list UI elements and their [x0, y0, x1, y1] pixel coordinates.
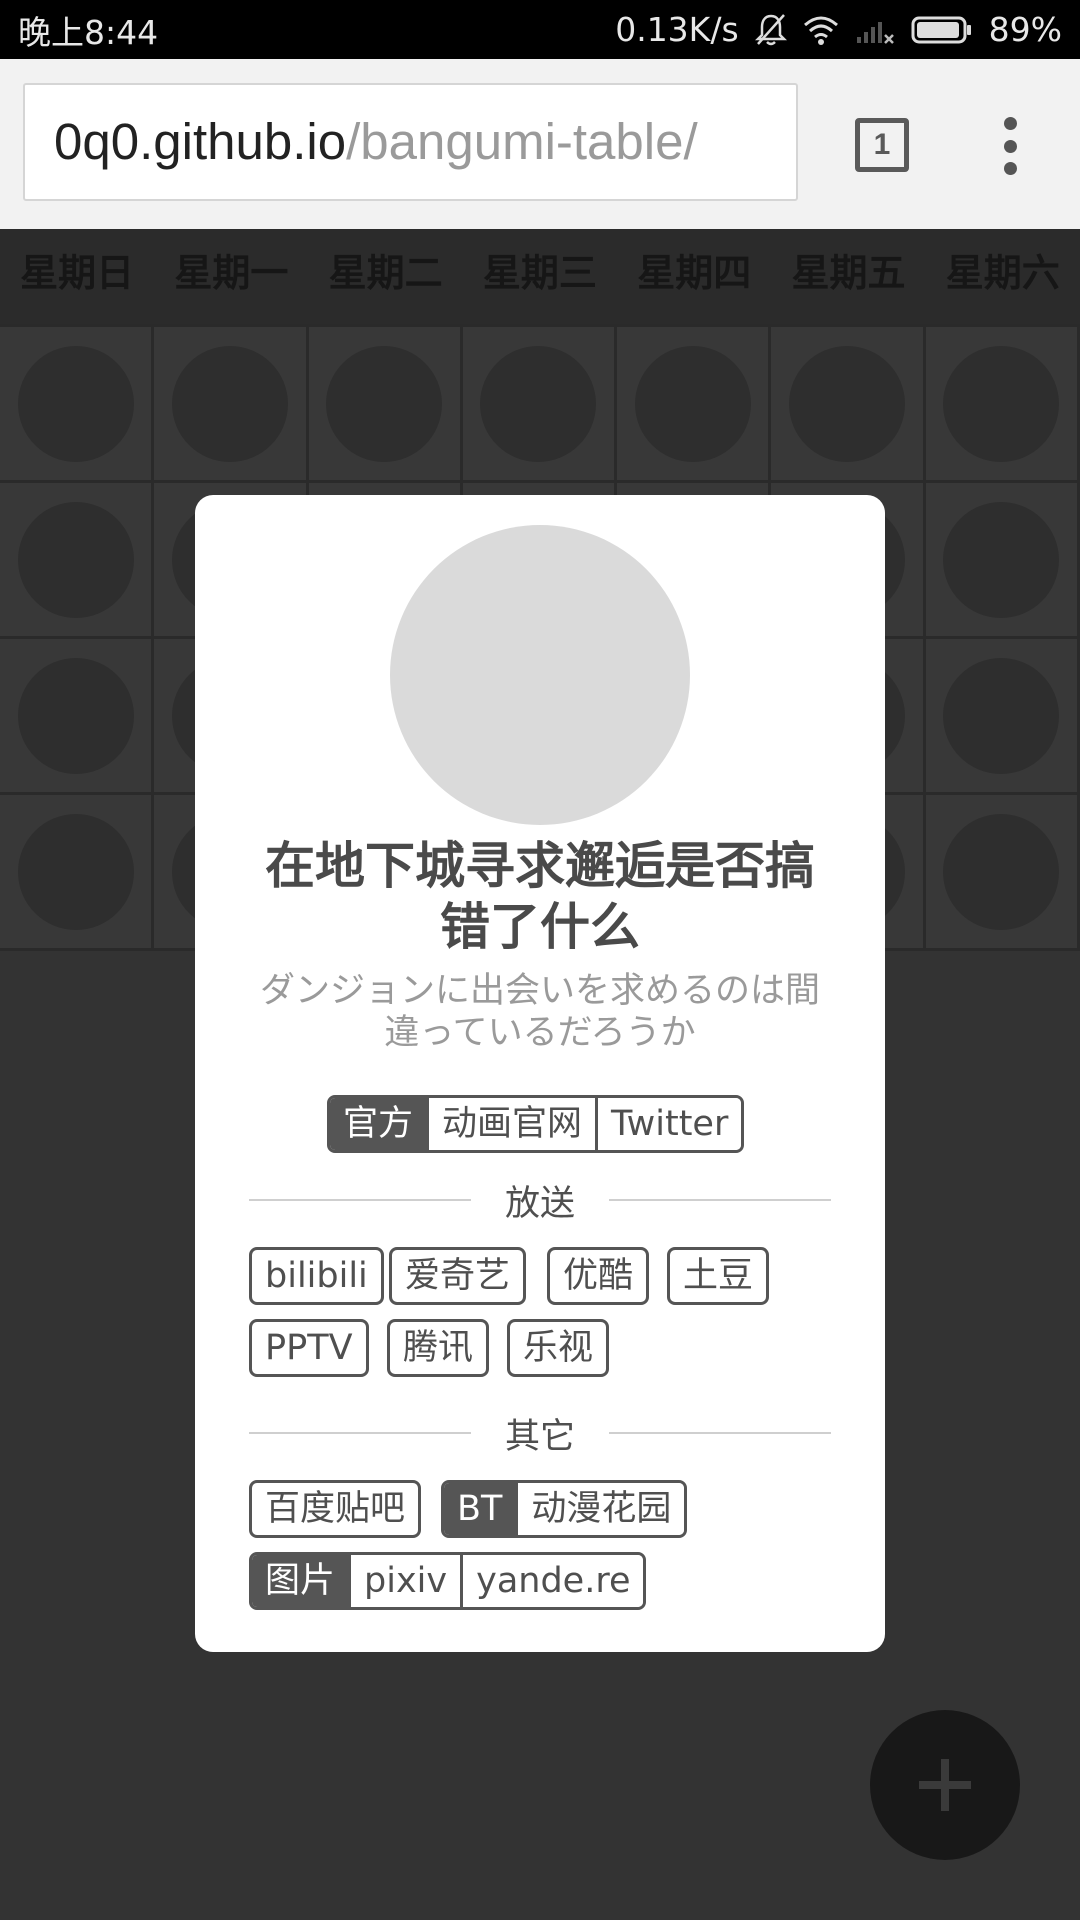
yandere-link[interactable]: yande.re	[460, 1555, 644, 1607]
grid-cell[interactable]	[925, 483, 1080, 639]
pptv-link[interactable]: PPTV	[249, 1319, 369, 1377]
image-label: 图片	[252, 1555, 349, 1607]
battery-icon	[911, 16, 973, 44]
bt-links-group: BT 动漫花园	[441, 1480, 688, 1538]
overflow-menu-icon[interactable]	[995, 117, 1025, 175]
official-label: 官方	[330, 1098, 427, 1150]
grid-cell[interactable]	[308, 327, 463, 483]
grid-cell[interactable]	[925, 327, 1080, 483]
grid-cell[interactable]	[925, 795, 1080, 951]
anime-detail-modal: 在地下城寻求邂逅是否搞错了什么 ダンジョンに出会いを求めるのは間違っているだろう…	[195, 495, 885, 1652]
grid-cell[interactable]	[0, 483, 155, 639]
anime-title: 在地下城寻求邂逅是否搞错了什么	[265, 837, 815, 956]
weekday-tue[interactable]: 星期二	[309, 229, 463, 324]
pixiv-link[interactable]: pixiv	[348, 1555, 461, 1607]
broadcast-heading: 放送	[505, 1183, 576, 1224]
grid-cell[interactable]	[617, 327, 772, 483]
status-icons: 0.13K/s 89%	[615, 10, 1062, 49]
grid-cell[interactable]	[154, 327, 309, 483]
bt-label: BT	[444, 1483, 516, 1535]
wifi-icon	[803, 15, 839, 45]
grid-cell[interactable]	[0, 795, 155, 951]
anime-thumb-placeholder	[943, 501, 1060, 618]
tieba-link[interactable]: 百度贴吧	[249, 1480, 422, 1538]
official-site-link[interactable]: 动画官网	[426, 1098, 596, 1150]
anime-thumb-placeholder	[17, 501, 134, 618]
weekday-wed[interactable]: 星期三	[463, 229, 617, 324]
official-links-group: 官方 动画官网 Twitter	[327, 1095, 745, 1153]
status-time: 晚上8:44	[18, 12, 159, 52]
anime-thumb-placeholder	[326, 345, 443, 462]
youku-link[interactable]: 优酷	[547, 1247, 650, 1305]
anime-thumb-placeholder	[171, 345, 288, 462]
browser-toolbar: 0q0.github.io/bangumi-table/ 1	[0, 59, 1080, 229]
url-host: 0q0.github.io	[54, 113, 347, 170]
bilibili-link[interactable]: bilibili	[249, 1247, 384, 1305]
anime-thumb-placeholder	[17, 345, 134, 462]
broadcast-divider: 放送	[249, 1175, 832, 1225]
tab-switcher-button[interactable]: 1	[855, 118, 909, 172]
anime-original-title: ダンジョンに出会いを求めるのは間違っているだろうか	[259, 971, 820, 1053]
anime-cover-image	[390, 525, 690, 825]
iqiyi-link[interactable]: 爱奇艺	[389, 1247, 527, 1305]
tab-count: 1	[873, 128, 891, 161]
net-speed: 0.13K/s	[615, 10, 739, 49]
add-button[interactable]	[870, 1710, 1020, 1860]
twitter-link[interactable]: Twitter	[595, 1098, 742, 1150]
dmhy-link[interactable]: 动漫花园	[515, 1483, 685, 1535]
grid-cell[interactable]	[0, 327, 155, 483]
image-links-group: 图片 pixiv yande.re	[249, 1552, 647, 1610]
anime-thumb-placeholder	[943, 657, 1060, 774]
other-divider: 其它	[249, 1408, 832, 1458]
grid-cell[interactable]	[462, 327, 618, 483]
anime-thumb-placeholder	[789, 345, 906, 462]
tudou-link[interactable]: 土豆	[667, 1247, 770, 1305]
weekday-fri[interactable]: 星期五	[771, 229, 925, 324]
bell-off-icon	[754, 13, 787, 47]
anime-thumb-placeholder	[17, 813, 134, 930]
grid-cell[interactable]	[925, 639, 1080, 795]
grid-cell[interactable]	[0, 639, 155, 795]
weekday-sun[interactable]: 星期日	[0, 229, 154, 324]
anime-thumb-placeholder	[943, 345, 1060, 462]
tencent-link[interactable]: 腾讯	[387, 1319, 490, 1377]
weekday-header: 星期日 星期一 星期二 星期三 星期四 星期五 星期六	[0, 229, 1080, 324]
grid-cell[interactable]	[771, 327, 926, 483]
weekday-mon[interactable]: 星期一	[154, 229, 308, 324]
anime-thumb-placeholder	[480, 345, 597, 462]
anime-thumb-placeholder	[17, 657, 134, 774]
status-bar: 晚上8:44 0.13K/s 89%	[0, 0, 1080, 59]
anime-thumb-placeholder	[634, 345, 751, 462]
plus-icon	[919, 1759, 971, 1811]
weekday-sat[interactable]: 星期六	[926, 229, 1080, 324]
signal-icon	[855, 15, 895, 45]
other-heading: 其它	[505, 1416, 576, 1457]
battery-percent: 89%	[988, 10, 1062, 49]
anime-thumb-placeholder	[943, 813, 1060, 930]
letv-link[interactable]: 乐视	[507, 1319, 610, 1377]
weekday-thu[interactable]: 星期四	[617, 229, 771, 324]
address-bar[interactable]: 0q0.github.io/bangumi-table/	[23, 83, 798, 201]
url-path: /bangumi-table/	[346, 113, 698, 170]
